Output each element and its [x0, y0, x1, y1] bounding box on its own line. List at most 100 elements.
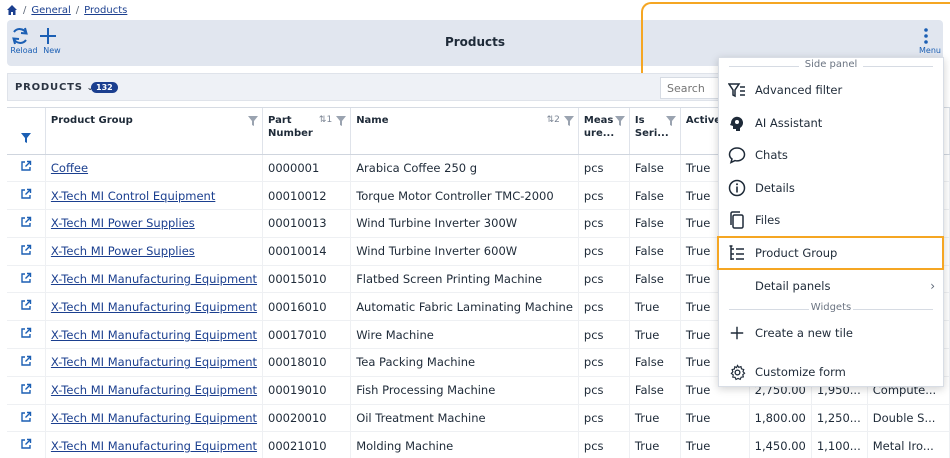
menu-item-ai-assistant[interactable]: AI Assistant [719, 107, 943, 139]
sort-order-indicator: ⇅2 [546, 115, 560, 125]
open-record-button[interactable] [7, 292, 46, 322]
column-header-is-serial[interactable]: Is Seri... [629, 108, 681, 155]
menu-item-customize-form[interactable]: Customize form [719, 356, 943, 388]
product-group-link[interactable]: X-Tech MI Manufacturing Equipment [51, 439, 257, 453]
menu-item-details[interactable]: Details [719, 172, 943, 204]
filter-toggle-header[interactable] [7, 108, 46, 155]
chevron-right-icon: › [930, 279, 935, 293]
cell-is-serial: True [629, 320, 681, 350]
cell-name: Wire Machine [350, 320, 579, 350]
header-label: Product Group [50, 115, 133, 126]
breadcrumb-separator: / [23, 4, 27, 16]
column-filter-icon[interactable] [248, 116, 259, 126]
header-label: Active [685, 115, 722, 126]
header-label: Part Number [268, 115, 313, 139]
open-record-button[interactable] [7, 265, 46, 294]
cell-part-number: 00020010 [262, 404, 352, 433]
reload-button[interactable]: Reload [9, 25, 39, 55]
cell-product-group: X-Tech MI Manufacturing Equipment [45, 265, 264, 294]
column-filter-icon[interactable] [614, 116, 625, 126]
breadcrumb-link-general[interactable]: General [31, 5, 70, 16]
cell-price: 1,450.00 [749, 431, 812, 458]
section-label: Side panel [804, 59, 858, 70]
table-row[interactable]: X-Tech MI Manufacturing Equipment 0002101… [7, 431, 950, 458]
cell-is-serial: False [629, 154, 681, 183]
column-header-part-number[interactable]: Part Number ⇅1 [262, 108, 352, 155]
plus-icon [730, 326, 744, 340]
cell-measure: pcs [578, 181, 630, 211]
header-label: Is Seri... [634, 115, 669, 139]
cell-product-group: X-Tech MI Manufacturing Equipment [45, 348, 264, 377]
open-record-button[interactable] [7, 348, 46, 377]
product-group-link[interactable]: X-Tech MI Manufacturing Equipment [51, 383, 257, 397]
divider [863, 66, 933, 67]
cell-measure: pcs [578, 404, 630, 433]
gear-icon [730, 363, 745, 380]
column-header-name[interactable]: Name ⇅2 [350, 108, 579, 155]
cell-part-number: 00016010 [262, 292, 352, 322]
product-group-link[interactable]: X-Tech MI Power Supplies [51, 244, 195, 258]
open-record-button[interactable] [7, 209, 46, 238]
cell-part-number: 00021010 [262, 431, 352, 458]
table-row[interactable]: X-Tech MI Manufacturing Equipment 0002001… [7, 404, 950, 433]
list-title-dropdown[interactable]: PRODUCTS ⌄ [15, 82, 94, 93]
cell-name: Wind Turbine Inverter 300W [350, 209, 579, 238]
column-filter-icon[interactable] [336, 116, 347, 126]
toolbar-menu-dropdown: Side panel Advanced filter AI Assistant … [717, 57, 944, 388]
menu-item-files[interactable]: Files [719, 204, 943, 236]
divider [729, 309, 809, 310]
open-record-button[interactable] [7, 431, 46, 458]
menu-item-create-tile[interactable]: Create a new tile [719, 317, 943, 349]
menu-item-label: Files [755, 213, 781, 227]
cell-price: 1,800.00 [749, 404, 812, 433]
product-group-link[interactable]: X-Tech MI Manufacturing Equipment [51, 411, 257, 425]
column-header-product-group[interactable]: Product Group [45, 108, 264, 155]
cell-is-serial: False [629, 376, 681, 405]
open-record-button[interactable] [7, 404, 46, 433]
cell-product-group: X-Tech MI Manufacturing Equipment [45, 376, 264, 405]
open-record-icon [21, 327, 32, 338]
advanced-filter-icon [728, 83, 745, 98]
product-group-link[interactable]: Coffee [51, 161, 88, 175]
new-button[interactable]: New [37, 25, 67, 55]
menu-item-label: Detail panels [755, 279, 831, 293]
product-group-link[interactable]: X-Tech MI Manufacturing Equipment [51, 300, 257, 314]
cell-measure: pcs [578, 348, 630, 377]
cell-part-number: 00010014 [262, 237, 352, 266]
cell-measure: pcs [578, 292, 630, 322]
cell-name: Fish Processing Machine [350, 376, 579, 405]
open-record-icon [21, 355, 32, 366]
product-group-link[interactable]: X-Tech MI Manufacturing Equipment [51, 355, 257, 369]
menu-item-chats[interactable]: Chats [719, 139, 943, 171]
chat-icon [728, 147, 746, 164]
open-record-button[interactable] [7, 181, 46, 211]
cell-is-serial: False [629, 348, 681, 377]
column-header-measure[interactable]: Meas ure... [578, 108, 630, 155]
home-icon[interactable] [6, 4, 18, 16]
cell-is-serial: True [629, 292, 681, 322]
cell-name: Arabica Coffee 250 g [350, 154, 579, 183]
sort-order-indicator: ⇅1 [318, 115, 333, 125]
column-filter-icon[interactable] [665, 116, 676, 126]
menu-item-detail-panels[interactable]: Detail panels › [719, 270, 943, 302]
open-record-button[interactable] [7, 320, 46, 350]
menu-section-widgets: Widgets [719, 302, 943, 316]
product-group-link[interactable]: X-Tech MI Manufacturing Equipment [51, 272, 257, 286]
cell-cost: 1,250... [811, 404, 868, 433]
product-group-link[interactable]: X-Tech MI Power Supplies [51, 216, 195, 230]
open-record-button[interactable] [7, 376, 46, 405]
menu-item-advanced-filter[interactable]: Advanced filter [719, 74, 943, 106]
product-group-link[interactable]: X-Tech MI Manufacturing Equipment [51, 328, 257, 342]
column-filter-icon[interactable] [563, 116, 574, 126]
open-record-button[interactable] [7, 154, 46, 183]
cell-product-group: X-Tech MI Manufacturing Equipment [45, 320, 264, 350]
cell-is-serial: False [629, 181, 681, 211]
cell-name: Tea Packing Machine [350, 348, 579, 377]
breadcrumb-link-products[interactable]: Products [84, 5, 127, 16]
menu-item-product-group[interactable]: Product Group [717, 236, 944, 270]
menu-item-label: Product Group [755, 246, 838, 260]
product-group-link[interactable]: X-Tech MI Control Equipment [51, 189, 215, 203]
open-record-button[interactable] [7, 237, 46, 266]
open-record-icon [21, 244, 32, 255]
cell-part-number: 00017010 [262, 320, 352, 350]
